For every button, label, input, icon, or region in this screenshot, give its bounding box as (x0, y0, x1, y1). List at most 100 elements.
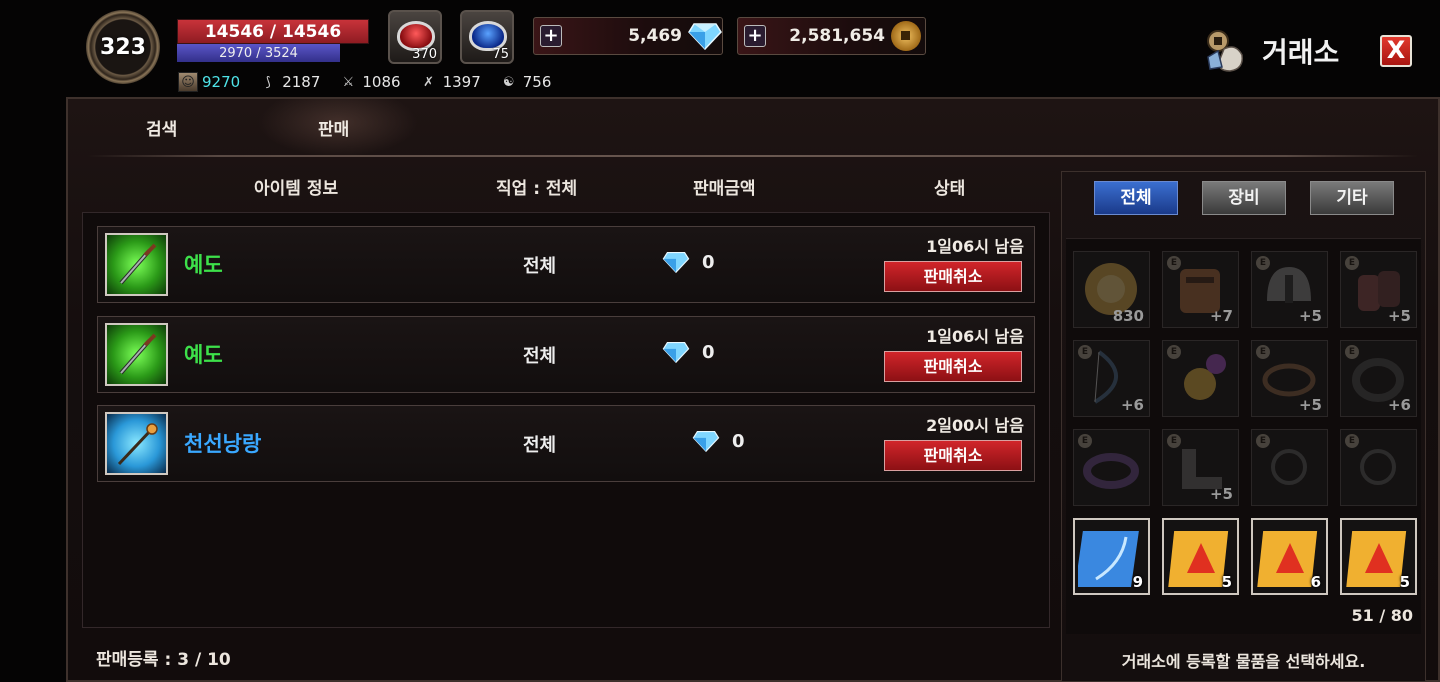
cancel-sale-button[interactable]: 판매취소 (884, 351, 1022, 382)
equip-badge: E (1256, 256, 1270, 270)
coin-icon (891, 21, 921, 51)
gem-amount: 5,469 (628, 26, 682, 46)
item-price: 0 (662, 251, 715, 273)
listing-row[interactable]: 예도 전체 0 1일06시 남음 판매취소 (97, 226, 1035, 303)
time-remaining: 2일00시 남음 (926, 416, 1024, 435)
diamond-icon (662, 341, 690, 363)
stat-value: 2187 (282, 73, 321, 91)
stat-value: 1086 (362, 73, 401, 91)
listing-list: 예도 전체 0 1일06시 남음 판매취소 예도 전체 0 1일06시 남음 판… (82, 212, 1050, 628)
inventory-slot[interactable]: E +5 (1162, 429, 1239, 506)
tab-search[interactable]: 검색 (146, 115, 177, 140)
stat-bow: ⟆ 2187 (258, 72, 321, 92)
level-value: 323 (100, 34, 146, 60)
add-gems-button[interactable]: + (540, 25, 562, 47)
potion-count: 370 (412, 47, 437, 62)
diamond-icon (662, 251, 690, 273)
col-status: 상태 (934, 179, 966, 199)
item-slot (105, 233, 168, 296)
stat-row: ☺ 9270 ⟆ 2187 ⚔ 1086 ✗ 1397 ☯ 756 (178, 72, 551, 92)
portrait-icon: ☺ (178, 72, 198, 92)
tab-divider (88, 155, 1418, 157)
exchange-icon (1207, 30, 1243, 72)
cancel-sale-button[interactable]: 판매취소 (884, 261, 1022, 292)
page-title: 거래소 (1262, 36, 1340, 69)
close-button[interactable]: X (1380, 35, 1412, 67)
stat-value: 9270 (202, 73, 241, 91)
inventory-slot[interactable]: 5 (1340, 518, 1417, 595)
item-quantity: 5 (1221, 573, 1232, 591)
inventory-slot[interactable]: E +5 (1251, 251, 1328, 328)
red-potion-slot[interactable]: 370 (388, 10, 442, 64)
inventory-slot[interactable]: E +5 (1340, 251, 1417, 328)
equip-badge: E (1256, 434, 1270, 448)
bow-icon: ⟆ (265, 74, 271, 90)
item-price: 0 (692, 430, 745, 452)
mp-bar: 2970 / 3524 (177, 44, 340, 62)
inv-tab-all[interactable]: 전체 (1094, 181, 1178, 215)
inventory-slot[interactable]: E (1162, 340, 1239, 417)
col-price: 판매금액 (693, 179, 756, 199)
item-quantity: +5 (1387, 307, 1411, 325)
potion-count: 75 (492, 47, 509, 62)
item-quantity: 5 (1399, 573, 1410, 591)
column-headers: 아이템 정보 직업 : 전체 판매금액 상태 (82, 169, 1048, 209)
time-remaining: 1일06시 남음 (926, 237, 1024, 256)
inventory-slot[interactable]: 5 (1162, 518, 1239, 595)
gem-currency: + 5,469 (533, 17, 723, 55)
tab-sell[interactable]: 판매 (318, 115, 349, 140)
inventory-slot[interactable]: E +6 (1340, 340, 1417, 417)
listing-row[interactable]: 예도 전체 0 1일06시 남음 판매취소 (97, 316, 1035, 393)
sale-count: 판매등록 : 3 / 10 (96, 650, 231, 670)
item-name: 예도 (184, 343, 223, 367)
cancel-sale-button[interactable]: 판매취소 (884, 440, 1022, 471)
inventory-panel: 전체 장비 기타 830 E +7 E +5 E +5 E +6 E E +5 E +6 E E +5 E E 9 5 6… (1061, 171, 1426, 682)
item-price: 0 (662, 341, 715, 363)
equip-badge: E (1345, 434, 1359, 448)
stat-spirit: ☯ 756 (499, 72, 552, 92)
stat-value: 756 (522, 73, 552, 91)
equip-badge: E (1256, 345, 1270, 359)
item-job: 전체 (523, 435, 557, 456)
inventory-slot[interactable]: 6 (1251, 518, 1328, 595)
listing-row[interactable]: 천선낭랑 전체 0 2일00시 남음 판매취소 (97, 405, 1035, 482)
equip-badge: E (1078, 345, 1092, 359)
inventory-slot[interactable]: E +6 (1073, 340, 1150, 417)
stat-crossbow: ✗ 1397 (419, 72, 481, 92)
inventory-slot[interactable]: E +7 (1162, 251, 1239, 328)
item-quantity: 9 (1132, 573, 1143, 591)
sword-icon (119, 333, 157, 375)
diamond-icon (692, 430, 720, 452)
inv-tab-misc[interactable]: 기타 (1310, 181, 1394, 215)
add-coins-button[interactable]: + (744, 25, 766, 47)
item-quantity: +7 (1209, 307, 1233, 325)
hp-bar: 14546 / 14546 (177, 19, 369, 44)
inventory-slot[interactable]: E +5 (1251, 340, 1328, 417)
equip-badge: E (1345, 256, 1359, 270)
level-badge: 323 (86, 10, 160, 84)
stat-power: ☺ 9270 (178, 72, 240, 92)
inventory-hint: 거래소에 등록할 물품을 선택하세요. (1121, 652, 1366, 671)
item-quantity: +6 (1120, 396, 1144, 414)
inventory-slot[interactable]: 9 (1073, 518, 1150, 595)
sword-icon (119, 243, 157, 285)
inventory-slot[interactable]: E (1340, 429, 1417, 506)
time-remaining: 1일06시 남음 (926, 327, 1024, 346)
inventory-slot[interactable]: 830 (1073, 251, 1150, 328)
inventory-slot[interactable]: E (1073, 429, 1150, 506)
item-quantity: +5 (1209, 485, 1233, 503)
item-quantity: 6 (1310, 573, 1321, 591)
col-job-filter[interactable]: 직업 : 전체 (496, 174, 577, 199)
inventory-count: 51 / 80 (1351, 606, 1413, 625)
blue-potion-slot[interactable]: 75 (460, 10, 514, 64)
coin-amount: 2,581,654 (789, 26, 885, 46)
price-value: 0 (702, 251, 715, 273)
item-job: 전체 (523, 256, 557, 277)
price-value: 0 (732, 430, 745, 452)
inv-tab-equipment[interactable]: 장비 (1202, 181, 1286, 215)
exchange-panel: 검색 판매 아이템 정보 직업 : 전체 판매금액 상태 예도 전체 0 1일0… (66, 97, 1440, 682)
inventory-slot[interactable]: E (1251, 429, 1328, 506)
tab-bar: 검색 판매 (68, 99, 1068, 157)
sword-icon: ⚔ (342, 74, 355, 90)
item-quantity: +5 (1298, 307, 1322, 325)
